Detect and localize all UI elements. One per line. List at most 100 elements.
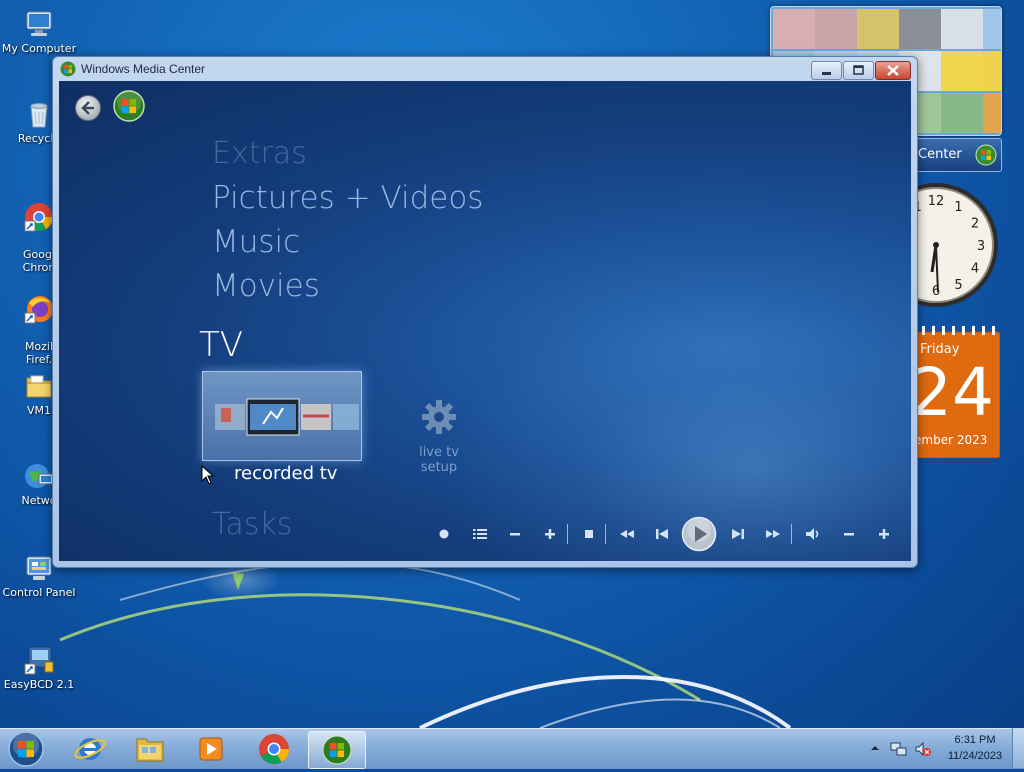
mouse-cursor-icon [201,465,215,485]
menu-item-extras[interactable]: Extras [212,136,307,171]
taskbar-google-chrome[interactable] [246,731,302,767]
menu-item-tasks[interactable]: Tasks [212,507,292,542]
fast-forward-icon[interactable] [762,523,784,545]
recycle-bin-icon [30,103,48,128]
slideshow-tile [815,9,857,49]
desktop-icon-label: VM1 [26,404,51,417]
desktop-icon-label: My Computer [1,42,77,55]
transport-separator [605,524,606,544]
taskbar [0,728,1024,769]
taskbar-clock[interactable]: 6:31 PM 11/24/2023 [940,732,1010,764]
taskbar-date: 11/24/2023 [947,750,1003,762]
minus-icon[interactable] [504,523,526,545]
plus-icon[interactable] [539,523,561,545]
clock-gadget[interactable]: 121234567891011 [874,182,1002,308]
firefox-shortcut-icon [24,296,53,324]
slideshow-tile [899,9,941,49]
restore-button[interactable] [843,61,874,80]
menu-item-tv[interactable]: TV [199,325,243,365]
taskbar-windows-explorer[interactable] [122,731,178,767]
calendar-day: 24 [910,354,994,431]
slideshow-tile [941,9,983,49]
slideshow-tile [983,9,1001,49]
folder-icon [136,738,164,762]
close-button[interactable] [875,61,911,80]
taskbar-windows-media-player[interactable] [182,731,238,767]
clock-numeral: 5 [954,278,962,293]
plus-icon[interactable] [873,523,895,545]
clock-numeral: 2 [971,217,979,232]
chrome-shortcut-icon [24,203,53,232]
back-arrow-icon [81,101,94,115]
live-tv-setup-tile[interactable]: live tv setup [399,397,479,475]
control-panel-icon [26,556,52,580]
taskbar-windows-media-center[interactable] [308,731,366,769]
taskbar-time: 6:31 PM [954,734,996,746]
recorded-tv-tile[interactable] [202,371,362,461]
slideshow-tile [857,9,899,49]
volume-muted-icon[interactable] [914,740,932,758]
windows-start-orb-icon[interactable] [6,730,46,768]
back-button[interactable] [75,95,101,121]
network-icon[interactable] [890,740,908,758]
slideshow-tile [983,51,1001,91]
slideshow-tile [941,93,983,133]
rewind-icon[interactable] [616,523,638,545]
calendar-gadget[interactable]: Friday 24 ember 2023 [910,326,1000,458]
close-icon [887,65,899,76]
analog-clock-face: 121234567891011 [874,183,998,307]
minimize-icon [822,72,831,75]
show-desktop-button[interactable] [1012,728,1024,768]
menu-item-pictures-videos[interactable]: Pictures + Videos [212,180,483,216]
speaker-icon[interactable] [802,523,824,545]
menu-item-music[interactable]: Music [212,224,300,260]
minus-icon[interactable] [838,523,860,545]
network-icon [25,464,54,488]
chrome-icon [259,734,289,765]
slideshow-tile [773,9,815,49]
media-center-gadget-label: Center [918,147,962,162]
computer-icon [26,11,52,36]
calendar-month-year: ember 2023 [914,433,988,447]
desktop-icon-label: Mozil Firef. [24,340,54,366]
media-center-content[interactable]: Extras Pictures + Videos Music Movies TV… [59,81,911,561]
show-hidden-icons-chevron-icon[interactable] [870,743,880,753]
internet-explorer-icon [74,738,106,760]
easybcd-shortcut-icon [24,646,54,675]
recorded-tv-label[interactable]: recorded tv [234,463,337,484]
desktop-icon-label: Googl Chron [22,248,56,274]
windows-media-center-window[interactable]: Windows Media Center Extras Pictures + V… [52,56,918,568]
windows-orb-icon [975,144,997,166]
media-center-gadget[interactable]: Center [914,138,1002,172]
window-title-bar[interactable]: Windows Media Center [53,57,917,81]
recorded-tv-thumbnail [215,398,359,436]
desktop-icon-easybcd[interactable]: EasyBCD 2.1 [0,644,78,691]
skip-forward-icon[interactable] [727,523,749,545]
play-icon[interactable] [681,516,717,552]
desktop[interactable]: My Computer Recycle Googl Chron Mozil Fi… [0,0,1024,728]
record-icon[interactable] [433,523,455,545]
transport-separator [791,524,792,544]
windows-media-center-icon [322,735,352,765]
desktop-icon-label: Control Panel [2,586,76,599]
transport-separator [567,524,568,544]
live-tv-setup-label: live tv setup [419,445,459,475]
slideshow-tile [941,51,983,91]
minimize-button[interactable] [811,61,842,80]
window-title: Windows Media Center [81,62,206,76]
menu-item-movies[interactable]: Movies [212,268,320,304]
stop-icon[interactable] [578,523,600,545]
clock-numeral: 12 [928,194,945,209]
windows-media-center-icon [60,61,76,77]
windows-orb-icon[interactable] [113,90,145,122]
list-icon[interactable] [469,523,491,545]
clock-numeral: 1 [954,200,962,215]
transport-controls [429,515,909,555]
skip-back-icon[interactable] [651,523,673,545]
gear-icon [422,400,456,434]
desktop-icon-my-computer[interactable]: My Computer [0,8,78,55]
clock-numeral: 3 [977,239,985,254]
desktop-icon-label: EasyBCD 2.1 [3,678,75,691]
folder-icon [26,375,52,398]
taskbar-internet-explorer[interactable] [62,731,118,767]
